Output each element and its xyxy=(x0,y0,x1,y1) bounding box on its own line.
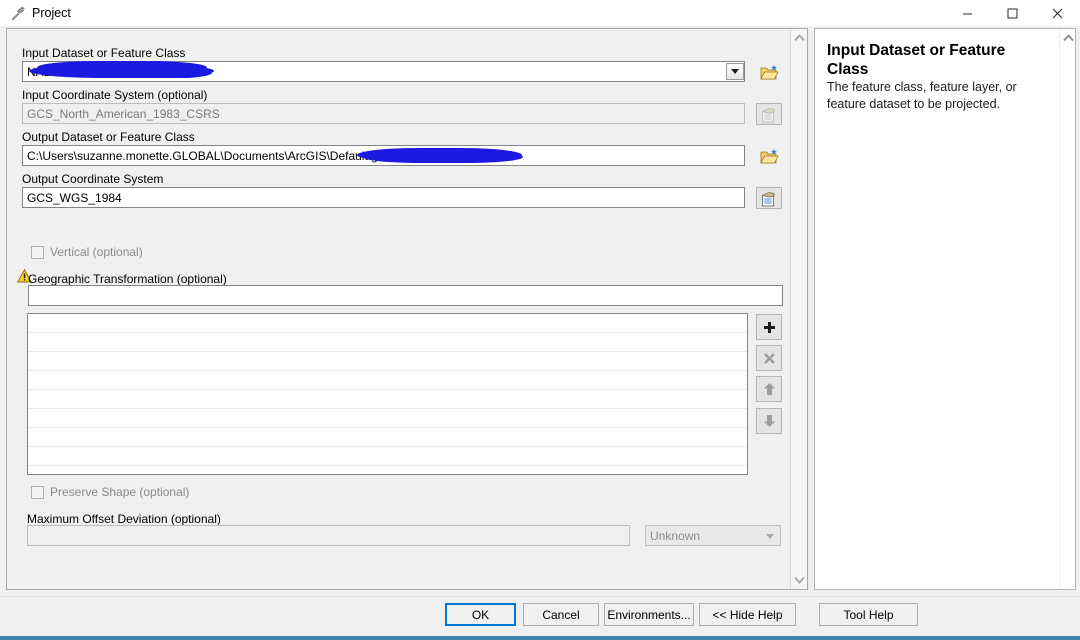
input-dataset-input[interactable]: NAD83CSRS98 xyxy=(22,61,745,82)
tool-help-button[interactable]: Tool Help xyxy=(819,603,918,626)
scroll-up-icon[interactable] xyxy=(1060,29,1077,47)
button-bar-divider xyxy=(0,596,1080,597)
output-dataset-input[interactable]: C:\Users\suzanne.monette.GLOBAL\Document… xyxy=(22,145,745,166)
maximum-offset-deviation-unit-select: Unknown xyxy=(645,525,781,546)
output-coordinate-system-input[interactable]: GCS_WGS_1984 xyxy=(22,187,745,208)
parameters-scrollbar[interactable] xyxy=(790,29,807,589)
output-coordinate-system-label: Output Coordinate System xyxy=(22,172,164,186)
chevron-down-icon xyxy=(766,534,774,539)
preserve-shape-checkbox-row[interactable]: Preserve Shape (optional) xyxy=(31,485,189,499)
unit-value: Unknown xyxy=(650,529,701,543)
bottom-accent-bar xyxy=(0,636,1080,640)
list-item[interactable] xyxy=(28,333,747,352)
maximum-offset-deviation-input xyxy=(27,525,630,546)
input-dataset-label: Input Dataset or Feature Class xyxy=(22,46,186,60)
window-title: Project xyxy=(32,6,71,20)
output-dataset-label: Output Dataset or Feature Class xyxy=(22,130,195,144)
list-item[interactable] xyxy=(28,390,747,409)
spatial-reference-icon xyxy=(762,191,775,206)
list-item[interactable] xyxy=(28,314,747,333)
input-coordinate-system-label: Input Coordinate System (optional) xyxy=(22,88,208,102)
vertical-label: Vertical (optional) xyxy=(50,245,143,259)
ok-button[interactable]: OK xyxy=(445,603,516,626)
list-item[interactable] xyxy=(28,428,747,447)
environments-button[interactable]: Environments... xyxy=(604,603,694,626)
list-item[interactable] xyxy=(28,447,747,466)
preserve-shape-label: Preserve Shape (optional) xyxy=(50,485,190,499)
scroll-down-icon[interactable] xyxy=(791,571,808,589)
parameters-panel: Input Dataset or Feature Class NAD83CSRS… xyxy=(6,28,808,590)
hide-help-button[interactable]: << Hide Help xyxy=(699,603,796,626)
list-item[interactable] xyxy=(28,409,747,428)
help-title: Input Dataset or Feature Class xyxy=(827,42,1006,78)
parameters-content: Input Dataset or Feature Class NAD83CSRS… xyxy=(7,29,791,589)
input-dataset-browse-button[interactable] xyxy=(756,61,782,83)
move-up-button xyxy=(756,376,782,402)
hammer-tool-icon xyxy=(8,4,26,22)
vertical-checkbox[interactable] xyxy=(31,245,44,259)
project-tool-dialog: Project Input Dataset or Feature Class N… xyxy=(0,0,1080,640)
title-bar: Project xyxy=(0,0,1080,26)
dialog-body: Input Dataset or Feature Class NAD83CSRS… xyxy=(0,26,1080,596)
minimize-button[interactable] xyxy=(945,0,990,26)
spatial-reference-icon xyxy=(762,107,775,122)
help-scrollbar[interactable] xyxy=(1059,29,1075,589)
window-controls xyxy=(945,0,1080,26)
maximum-offset-deviation-label: Maximum Offset Deviation (optional) xyxy=(27,512,221,526)
output-dataset-browse-button[interactable] xyxy=(756,145,782,167)
scroll-up-icon[interactable] xyxy=(791,29,808,47)
help-text: The feature class, feature layer, or fea… xyxy=(827,80,1017,111)
geographic-transformation-label: Geographic Transformation (optional) xyxy=(28,272,227,286)
vertical-checkbox-row[interactable]: Vertical (optional) xyxy=(31,245,143,259)
output-coordinate-system-picker-button[interactable] xyxy=(756,187,782,209)
cancel-button[interactable]: Cancel xyxy=(523,603,599,626)
preserve-shape-checkbox[interactable] xyxy=(31,485,44,499)
open-folder-icon xyxy=(759,64,779,79)
input-dataset-dropdown-arrow[interactable] xyxy=(726,63,744,80)
maximize-button[interactable] xyxy=(990,0,1035,26)
dialog-button-bar: OK Cancel Environments... << Hide Help T… xyxy=(0,596,1080,636)
geographic-transformation-input[interactable] xyxy=(28,285,783,306)
open-folder-icon xyxy=(759,148,779,163)
close-button[interactable] xyxy=(1035,0,1080,26)
help-panel: Input Dataset or Feature Class The featu… xyxy=(814,28,1076,590)
input-coordinate-system-input: GCS_North_American_1983_CSRS xyxy=(22,103,745,124)
move-down-button xyxy=(756,408,782,434)
list-item[interactable] xyxy=(28,371,747,390)
input-coordinate-system-picker-button xyxy=(756,103,782,125)
list-item[interactable] xyxy=(28,352,747,371)
add-button[interactable] xyxy=(756,314,782,340)
delete-button xyxy=(756,345,782,371)
chevron-down-icon xyxy=(731,69,739,74)
transformation-list[interactable] xyxy=(27,313,748,475)
